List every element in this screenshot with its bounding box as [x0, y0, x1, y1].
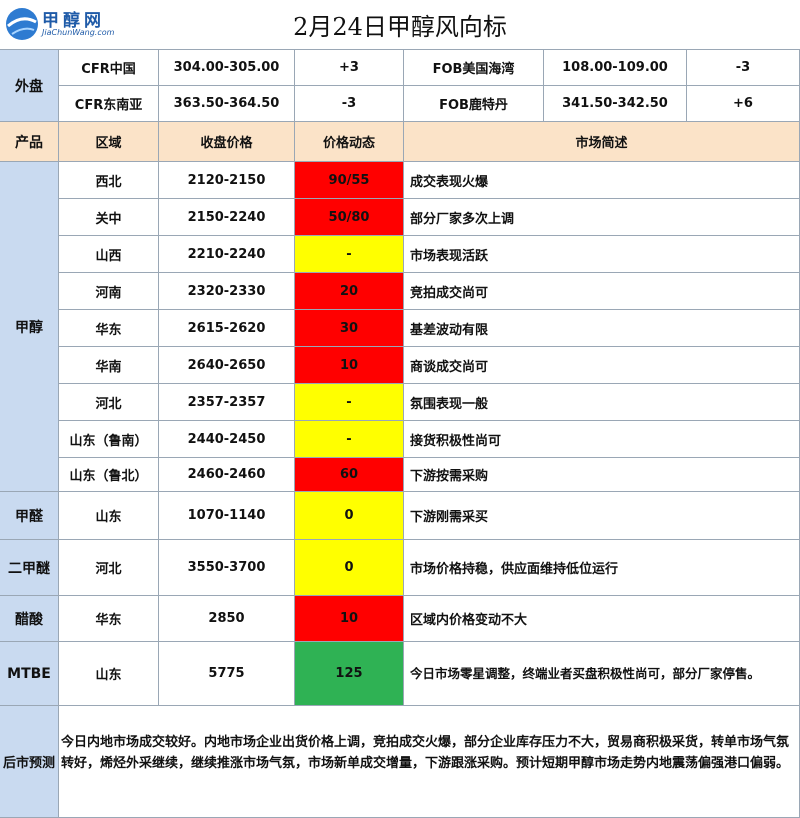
- methanol-price-3: 2210-2240: [159, 236, 295, 273]
- methanol-summary-7: 氛围表现一般: [404, 384, 800, 421]
- summary-dme: 市场价格持稳，供应面维持低位运行: [404, 540, 800, 596]
- dyn-dme: 0: [295, 540, 404, 596]
- methanol-region-6: 华南: [59, 347, 159, 384]
- methanol-summary-5: 基差波动有限: [404, 310, 800, 347]
- dyn-acetic: 10: [295, 596, 404, 642]
- methanol-summary-4: 竞拍成交尚可: [404, 273, 800, 310]
- methanol-price-9: 2460-2460: [159, 458, 295, 492]
- ext-change2-r2: +6: [687, 86, 800, 122]
- ext-change2-r1: -3: [687, 50, 800, 86]
- methanol-summary-1: 成交表现火爆: [404, 162, 800, 199]
- methanol-summary-3: 市场表现活跃: [404, 236, 800, 273]
- price-formaldehyde: 1070-1140: [159, 492, 295, 540]
- region-acetic: 华东: [59, 596, 159, 642]
- forecast-label: 后市预测: [0, 706, 59, 818]
- methanol-summary-8: 接货积极性尚可: [404, 421, 800, 458]
- ext-price1-r2: 363.50-364.50: [159, 86, 295, 122]
- summary-acetic: 区域内价格变动不大: [404, 596, 800, 642]
- methanol-price-2: 2150-2240: [159, 199, 295, 236]
- methanol-price-8: 2440-2450: [159, 421, 295, 458]
- product-dme: 二甲醚: [0, 540, 59, 596]
- ext-name1-r1: CFR中国: [59, 50, 159, 86]
- dyn-mtbe: 125: [295, 642, 404, 706]
- ext-change1-r2: -3: [295, 86, 404, 122]
- methanol-dyn-1: 90/55: [295, 162, 404, 199]
- product-acetic: 醋酸: [0, 596, 59, 642]
- methanol-summary-2: 部分厂家多次上调: [404, 199, 800, 236]
- product-mtbe: MTBE: [0, 642, 59, 706]
- forecast-text: 今日内地市场成交较好。内地市场企业出货价格上调，竞拍成交火爆，部分企业库存压力不…: [59, 706, 800, 818]
- methanol-region-9: 山东（鲁北）: [59, 458, 159, 492]
- methanol-dyn-6: 10: [295, 347, 404, 384]
- methanol-price-7: 2357-2357: [159, 384, 295, 421]
- page-title: 2月24日甲醇风向标: [0, 0, 800, 50]
- methanol-summary-6: 商谈成交尚可: [404, 347, 800, 384]
- product-formaldehyde: 甲醛: [0, 492, 59, 540]
- methanol-dyn-2: 50/80: [295, 199, 404, 236]
- methanol-region-1: 西北: [59, 162, 159, 199]
- methanol-price-6: 2640-2650: [159, 347, 295, 384]
- header-region: 区域: [59, 122, 159, 162]
- methanol-region-5: 华东: [59, 310, 159, 347]
- methanol-region-4: 河南: [59, 273, 159, 310]
- ext-name2-r2: FOB鹿特丹: [404, 86, 544, 122]
- methanol-dyn-5: 30: [295, 310, 404, 347]
- region-formaldehyde: 山东: [59, 492, 159, 540]
- methanol-dyn-3: -: [295, 236, 404, 273]
- methanol-region-7: 河北: [59, 384, 159, 421]
- region-dme: 河北: [59, 540, 159, 596]
- summary-mtbe: 今日市场零星调整，终端业者买盘积极性尚可，部分厂家停售。: [404, 642, 800, 706]
- methanol-price-4: 2320-2330: [159, 273, 295, 310]
- methanol-region-2: 关中: [59, 199, 159, 236]
- methanol-region-3: 山西: [59, 236, 159, 273]
- summary-formaldehyde: 下游刚需采买: [404, 492, 800, 540]
- methanol-price-1: 2120-2150: [159, 162, 295, 199]
- header-product: 产品: [0, 122, 59, 162]
- header-close-price: 收盘价格: [159, 122, 295, 162]
- methanol-region-8: 山东（鲁南）: [59, 421, 159, 458]
- ext-price2-r2: 341.50-342.50: [544, 86, 687, 122]
- methanol-dyn-7: -: [295, 384, 404, 421]
- methanol-price-5: 2615-2620: [159, 310, 295, 347]
- header-summary: 市场简述: [404, 122, 800, 162]
- methanol-dyn-4: 20: [295, 273, 404, 310]
- external-label: 外盘: [0, 50, 59, 122]
- price-mtbe: 5775: [159, 642, 295, 706]
- methanol-summary-9: 下游按需采购: [404, 458, 800, 492]
- ext-name2-r1: FOB美国海湾: [404, 50, 544, 86]
- ext-price2-r1: 108.00-109.00: [544, 50, 687, 86]
- price-acetic: 2850: [159, 596, 295, 642]
- dyn-formaldehyde: 0: [295, 492, 404, 540]
- methanol-indicator-sheet: 甲醇网 JiaChunWang.com 2月24日甲醇风向标 外盘 CFR中国 …: [0, 0, 800, 818]
- ext-change1-r1: +3: [295, 50, 404, 86]
- product-methanol: 甲醇: [0, 162, 59, 492]
- price-dme: 3550-3700: [159, 540, 295, 596]
- methanol-dyn-9: 60: [295, 458, 404, 492]
- ext-name1-r2: CFR东南亚: [59, 86, 159, 122]
- region-mtbe: 山东: [59, 642, 159, 706]
- methanol-dyn-8: -: [295, 421, 404, 458]
- ext-price1-r1: 304.00-305.00: [159, 50, 295, 86]
- header-dynamics: 价格动态: [295, 122, 404, 162]
